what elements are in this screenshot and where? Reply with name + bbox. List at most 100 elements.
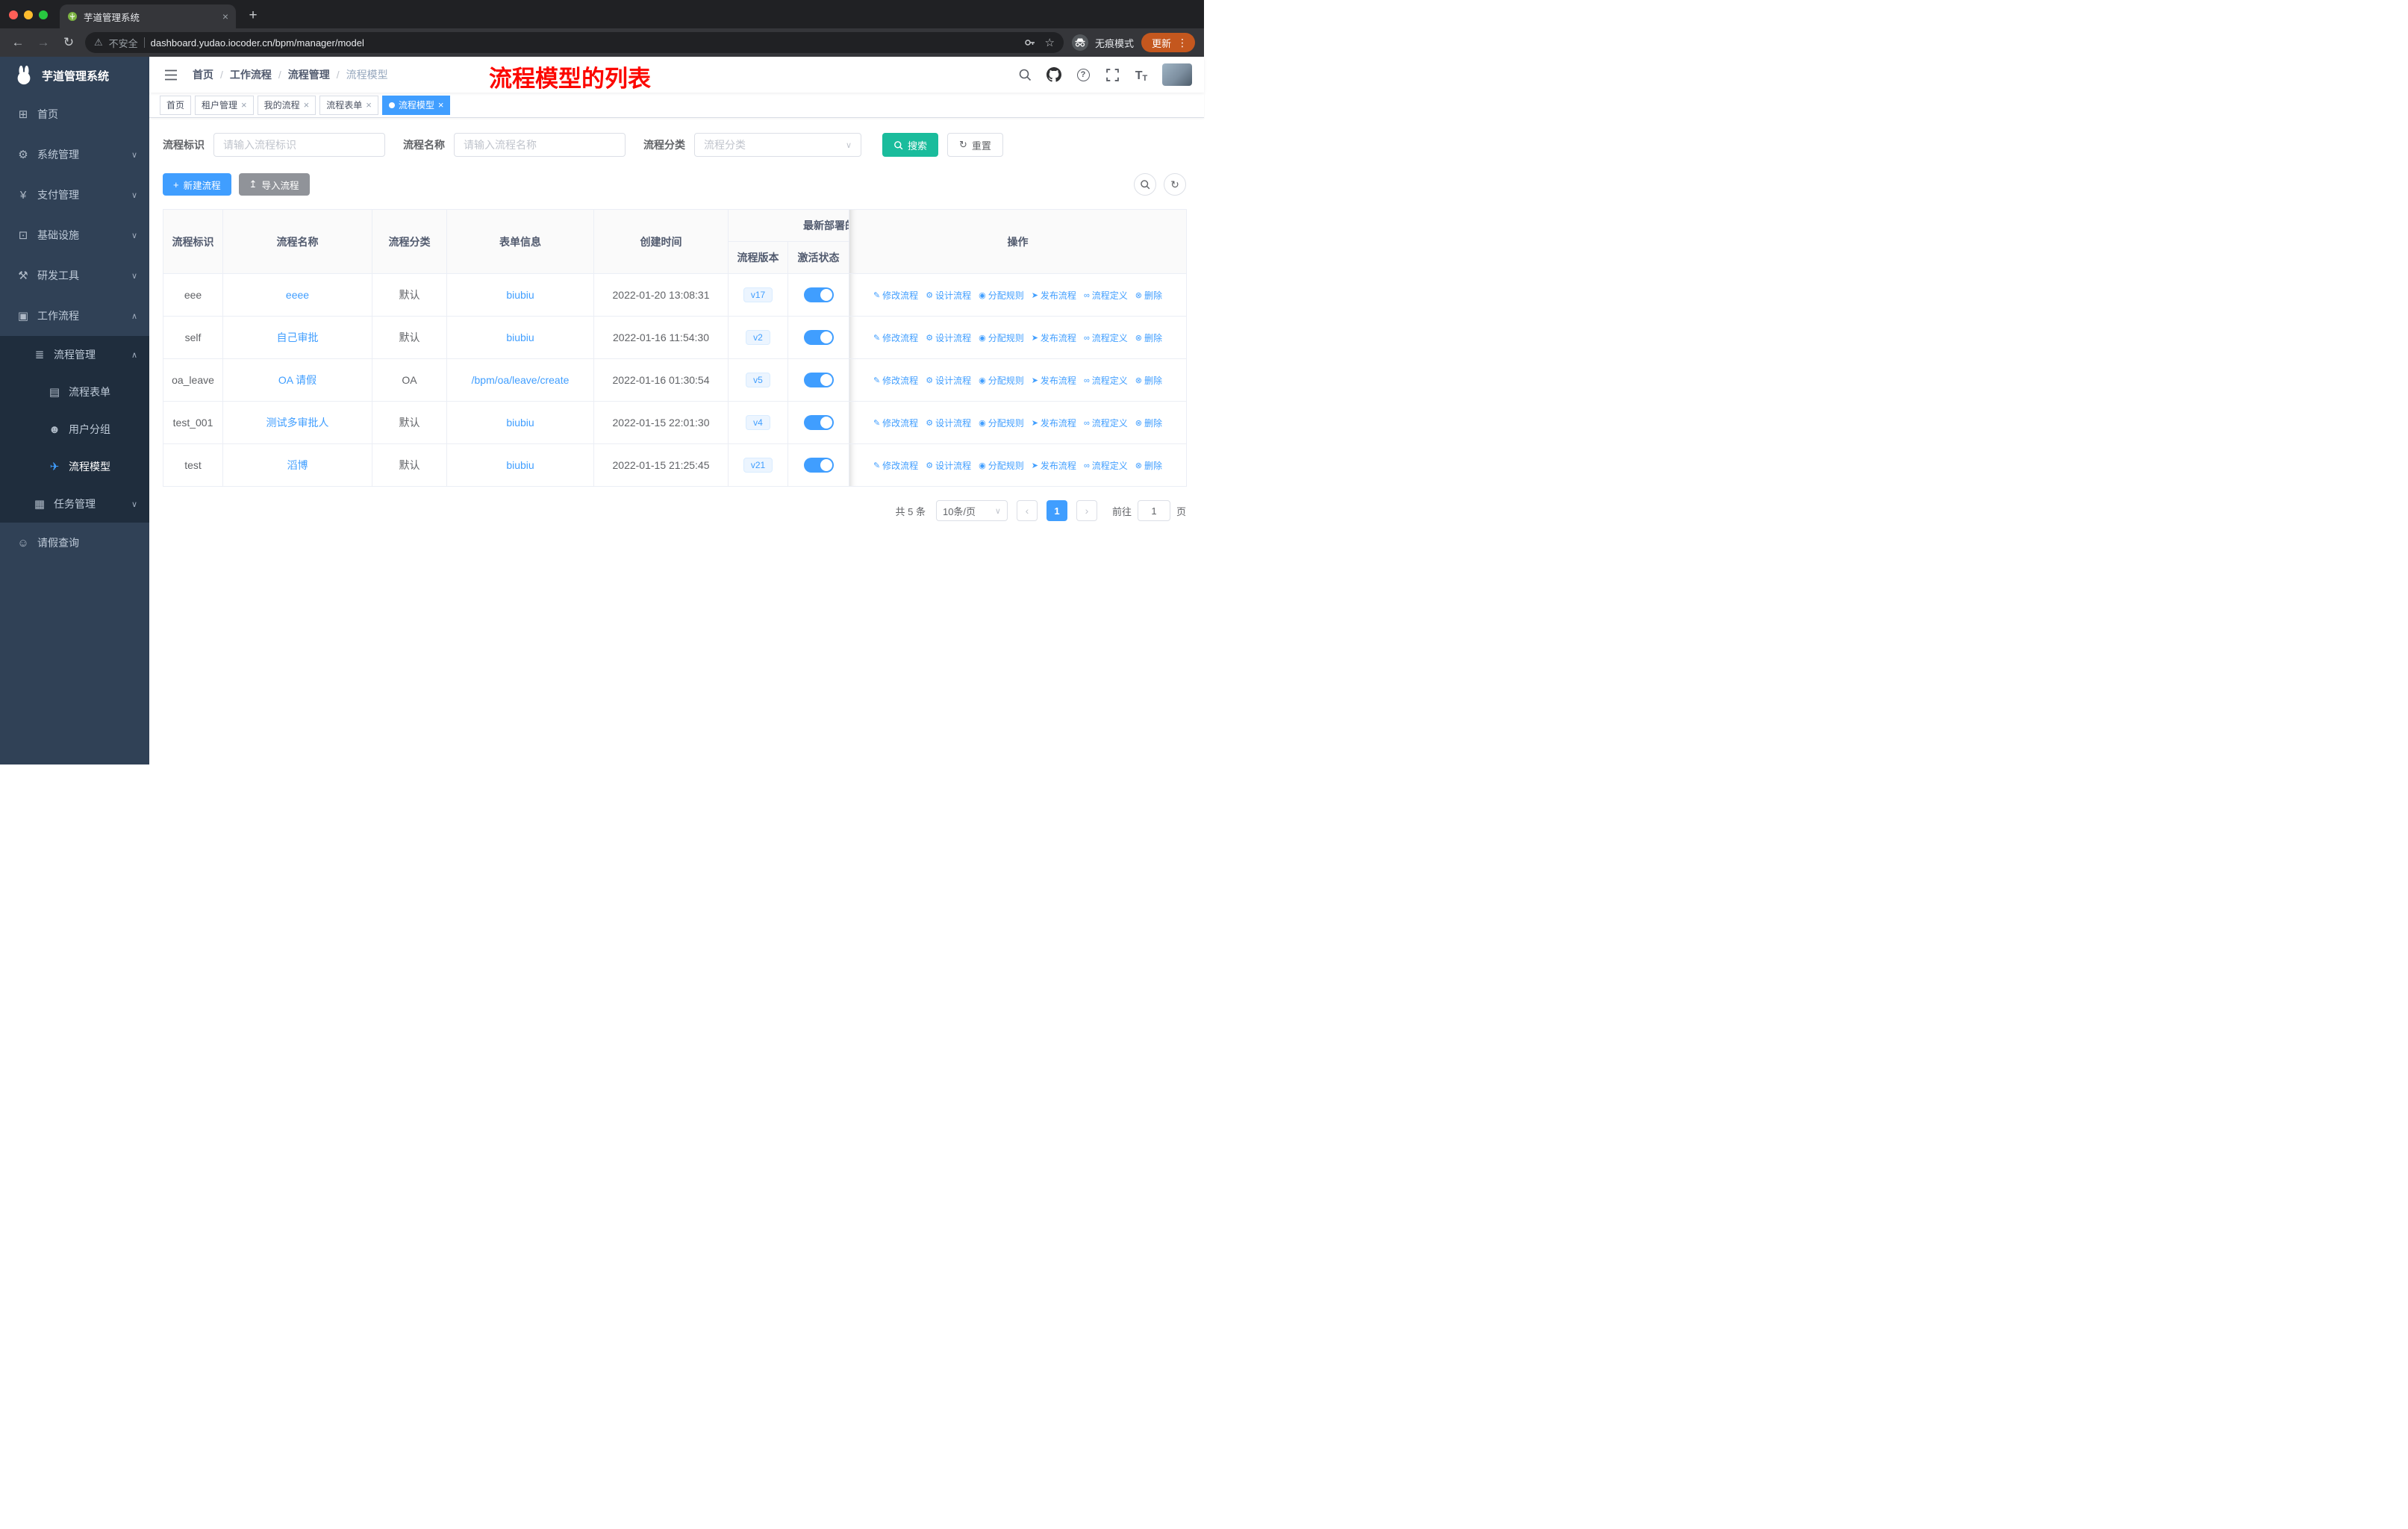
close-icon[interactable]: × [241,99,247,110]
assign-rule-link[interactable]: ◉ 分配规则 [979,417,1024,429]
assign-rule-link[interactable]: ◉ 分配规则 [979,331,1024,344]
delete-link[interactable]: ⊗ 删除 [1135,374,1162,387]
sidebar-item-infrastructure[interactable]: ⊡ 基础设施 ∨ [0,215,149,255]
assign-rule-link[interactable]: ◉ 分配规则 [979,289,1024,302]
breadcrumb-item[interactable]: 流程管理 [288,67,330,82]
close-icon[interactable]: × [438,99,444,110]
form-link[interactable]: biubiu [506,417,534,429]
fullscreen-icon[interactable] [1104,66,1120,83]
close-icon[interactable]: × [366,99,372,110]
search-icon[interactable] [1017,66,1033,83]
bookmark-star-icon[interactable]: ☆ [1045,36,1055,49]
app-logo-row[interactable]: 芋道管理系统 [0,57,149,94]
active-toggle[interactable] [803,458,834,473]
process-name-link[interactable]: 滔博 [287,459,308,471]
sidebar-item-devtools[interactable]: ⚒ 研发工具 ∨ [0,255,149,296]
design-process-link[interactable]: ⚙ 设计流程 [926,459,971,472]
refresh-table-button[interactable]: ↻ [1164,173,1186,196]
publish-process-link[interactable]: ➤ 发布流程 [1032,459,1076,472]
form-link[interactable]: biubiu [506,289,534,301]
design-process-link[interactable]: ⚙ 设计流程 [926,417,971,429]
avatar[interactable] [1162,63,1192,86]
publish-process-link[interactable]: ➤ 发布流程 [1032,417,1076,429]
sidebar-item-task-manage[interactable]: ▦ 任务管理 ∨ [0,485,149,523]
back-icon[interactable]: ← [9,35,27,50]
assign-rule-link[interactable]: ◉ 分配规则 [979,459,1024,472]
edit-process-link[interactable]: ✎ 修改流程 [873,417,918,429]
hamburger-icon[interactable] [161,65,181,84]
process-definition-link[interactable]: ∞ 流程定义 [1084,417,1128,429]
import-process-button[interactable]: ↥ 导入流程 [238,173,310,196]
reload-icon[interactable]: ↻ [60,35,78,50]
publish-process-link[interactable]: ➤ 发布流程 [1032,331,1076,344]
process-definition-link[interactable]: ∞ 流程定义 [1084,459,1128,472]
process-key-input[interactable] [213,133,385,157]
sidebar-item-process-model[interactable]: ✈ 流程模型 [0,448,149,485]
browser-tab[interactable]: 芋道管理系统 × [60,4,236,28]
sidebar-item-home[interactable]: ⊞ 首页 [0,94,149,134]
sidebar-item-process-form[interactable]: ▤ 流程表单 [0,373,149,411]
zoom-window-button[interactable] [39,10,48,19]
process-name-link[interactable]: OA 请假 [278,374,316,386]
breadcrumb-item[interactable]: 首页 [193,67,213,82]
delete-link[interactable]: ⊗ 删除 [1135,417,1162,429]
update-button[interactable]: 更新 ⋮ [1141,33,1195,52]
tag-view[interactable]: 流程模型 × [381,95,451,115]
reset-button[interactable]: ↻ 重置 [947,133,1003,157]
prev-page-button[interactable]: ‹ [1016,500,1038,521]
sidebar-item-workflow[interactable]: ▣ 工作流程 ∧ [0,296,149,336]
process-definition-link[interactable]: ∞ 流程定义 [1084,289,1128,302]
sidebar-item-system-manage[interactable]: ⚙ 系统管理 ∨ [0,134,149,175]
active-toggle[interactable] [803,330,834,345]
process-name-link[interactable]: 自己审批 [277,331,319,343]
password-key-icon[interactable] [1024,37,1036,49]
tag-view[interactable]: 流程表单 × [319,95,378,115]
process-definition-link[interactable]: ∞ 流程定义 [1084,331,1128,344]
page-number-1[interactable]: 1 [1046,500,1067,521]
category-select[interactable]: 流程分类 ∨ [694,133,861,157]
process-definition-link[interactable]: ∞ 流程定义 [1084,374,1128,387]
design-process-link[interactable]: ⚙ 设计流程 [926,331,971,344]
help-icon[interactable]: ? [1075,66,1091,83]
minimize-window-button[interactable] [24,10,33,19]
process-name-input[interactable] [454,133,626,157]
publish-process-link[interactable]: ➤ 发布流程 [1032,374,1076,387]
tag-view[interactable]: 首页 [160,95,192,115]
close-window-button[interactable] [9,10,18,19]
github-icon[interactable] [1046,66,1062,83]
next-page-button[interactable]: › [1076,500,1097,521]
page-size-select[interactable]: 10条/页 ∨ [935,500,1008,521]
edit-process-link[interactable]: ✎ 修改流程 [873,289,918,302]
tag-view[interactable]: 我的流程 × [257,95,316,115]
sidebar-item-leave-query[interactable]: ☺ 请假查询 [0,523,149,563]
edit-process-link[interactable]: ✎ 修改流程 [873,459,918,472]
forward-icon[interactable]: → [34,35,52,50]
form-link[interactable]: biubiu [506,331,534,343]
kebab-menu-icon[interactable]: ⋮ [1177,37,1188,49]
breadcrumb-item[interactable]: 工作流程 [230,67,272,82]
process-name-link[interactable]: 测试多审批人 [266,417,329,429]
create-process-button[interactable]: + 新建流程 [163,173,231,196]
tag-view[interactable]: 租户管理 × [195,95,254,115]
active-toggle[interactable] [803,415,834,430]
edit-process-link[interactable]: ✎ 修改流程 [873,331,918,344]
active-toggle[interactable] [803,373,834,387]
tab-close-icon[interactable]: × [222,10,228,22]
assign-rule-link[interactable]: ◉ 分配规则 [979,374,1024,387]
sidebar-item-process-manage[interactable]: ≣ 流程管理 ∧ [0,336,149,373]
process-name-link[interactable]: eeee [286,289,309,301]
sidebar-item-payment-manage[interactable]: ¥ 支付管理 ∨ [0,175,149,215]
delete-link[interactable]: ⊗ 删除 [1135,289,1162,302]
show-search-button[interactable] [1134,173,1156,196]
form-link[interactable]: /bpm/oa/leave/create [472,374,570,386]
delete-link[interactable]: ⊗ 删除 [1135,459,1162,472]
design-process-link[interactable]: ⚙ 设计流程 [926,289,971,302]
edit-process-link[interactable]: ✎ 修改流程 [873,374,918,387]
address-bar[interactable]: ⚠ 不安全 dashboard.yudao.iocoder.cn/bpm/man… [85,32,1064,53]
goto-page-input[interactable] [1137,500,1170,521]
form-link[interactable]: biubiu [506,459,534,471]
search-button[interactable]: 搜索 [882,133,939,157]
font-size-icon[interactable]: TT [1133,66,1150,83]
new-tab-button[interactable]: + [242,4,264,27]
delete-link[interactable]: ⊗ 删除 [1135,331,1162,344]
